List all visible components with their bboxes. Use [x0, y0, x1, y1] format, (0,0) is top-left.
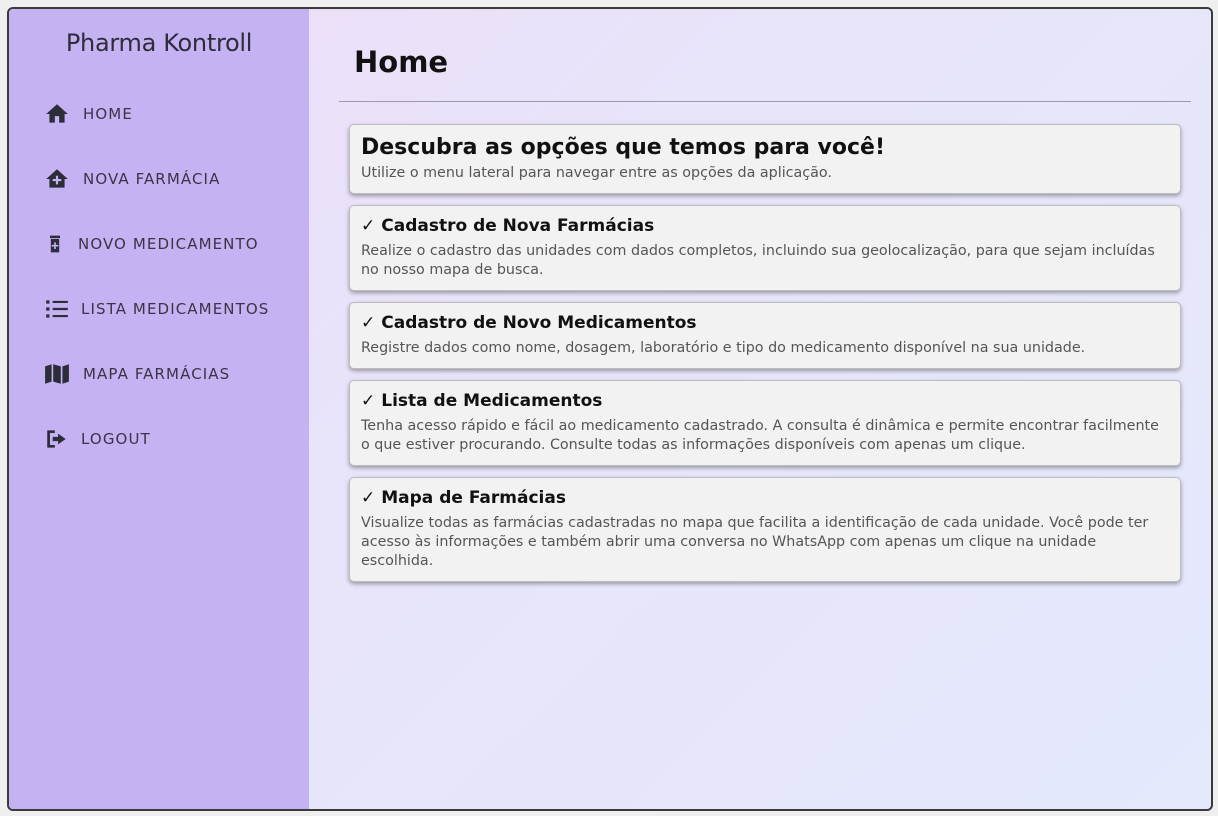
feature-card-text: Registre dados como nome, dosagem, labor… — [361, 340, 1086, 356]
feature-card-title: Cadastro de Novo Medicamentos — [381, 313, 697, 333]
medicine-bottle-icon — [45, 230, 65, 258]
sidebar-item-label: LOGOUT — [81, 429, 151, 448]
sidebar-item-label: NOVO MEDICAMENTO — [78, 234, 259, 253]
sidebar-item-mapa-farmacias[interactable]: MAPA FARMÁCIAS — [9, 341, 309, 406]
house-plus-icon — [43, 165, 71, 193]
feature-card-title: Mapa de Farmácias — [381, 488, 566, 508]
feature-card-title: Cadastro de Nova Farmácias — [381, 216, 655, 236]
home-icon — [43, 100, 71, 128]
app-window: Pharma Kontroll HOME NOVA FARMÁCIA NOVO … — [7, 7, 1213, 811]
list-icon — [43, 295, 71, 323]
intro-heading: Descubra as opções que temos para você! — [361, 135, 885, 160]
intro-card: Descubra as opções que temos para você! … — [349, 124, 1181, 194]
feature-card-title: Lista de Medicamentos — [381, 391, 603, 411]
card-list: Descubra as opções que temos para você! … — [349, 124, 1181, 593]
feature-card-heading: ✓ Lista de Medicamentos — [361, 391, 1169, 411]
sidebar-item-label: MAPA FARMÁCIAS — [83, 364, 231, 383]
feature-card: ✓ Lista de Medicamentos Tenha acesso ráp… — [349, 380, 1181, 466]
divider — [339, 101, 1191, 102]
sidebar-item-logout[interactable]: LOGOUT — [9, 406, 309, 471]
sidebar-item-nova-farmacia[interactable]: NOVA FARMÁCIA — [9, 146, 309, 211]
intro-text: Utilize o menu lateral para navegar entr… — [361, 165, 832, 181]
sidebar-item-novo-medicamento[interactable]: NOVO MEDICAMENTO — [9, 211, 309, 276]
feature-card-text: Visualize todas as farmácias cadastradas… — [361, 515, 1149, 569]
sidebar-item-label: HOME — [83, 104, 133, 123]
page-title: Home — [354, 45, 449, 79]
feature-card-text: Realize o cadastro das unidades com dado… — [361, 243, 1155, 278]
check-icon: ✓ — [361, 313, 376, 333]
feature-card-text: Tenha acesso rápido e fácil ao medicamen… — [361, 418, 1159, 453]
map-icon — [43, 360, 71, 388]
sidebar: Pharma Kontroll HOME NOVA FARMÁCIA NOVO … — [9, 9, 309, 809]
feature-card: ✓ Mapa de Farmácias Visualize todas as f… — [349, 477, 1181, 582]
brand-title: Pharma Kontroll — [65, 29, 253, 57]
feature-card-heading: ✓ Cadastro de Novo Medicamentos — [361, 313, 1169, 333]
check-icon: ✓ — [361, 216, 376, 236]
check-icon: ✓ — [361, 488, 376, 508]
sidebar-item-lista-medicamentos[interactable]: LISTA MEDICAMENTOS — [9, 276, 309, 341]
logout-icon — [43, 425, 71, 453]
feature-card: ✓ Cadastro de Novo Medicamentos Registre… — [349, 302, 1181, 369]
feature-card-heading: ✓ Mapa de Farmácias — [361, 488, 1169, 508]
sidebar-nav: HOME NOVA FARMÁCIA NOVO MEDICAMENTO LIST… — [9, 81, 309, 471]
main-content: Home Descubra as opções que temos para v… — [309, 9, 1211, 809]
sidebar-item-home[interactable]: HOME — [9, 81, 309, 146]
feature-card: ✓ Cadastro de Nova Farmácias Realize o c… — [349, 205, 1181, 291]
check-icon: ✓ — [361, 391, 376, 411]
sidebar-item-label: NOVA FARMÁCIA — [83, 169, 221, 188]
feature-card-heading: ✓ Cadastro de Nova Farmácias — [361, 216, 1169, 236]
sidebar-item-label: LISTA MEDICAMENTOS — [81, 299, 270, 318]
